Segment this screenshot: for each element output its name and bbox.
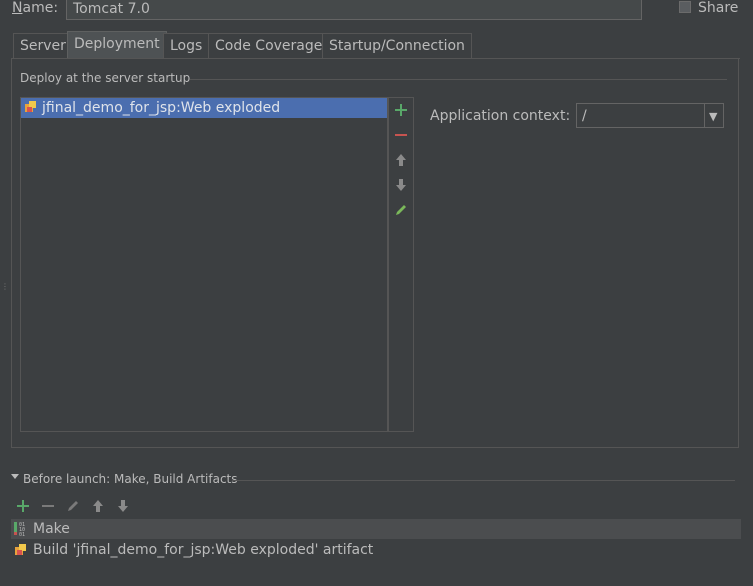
- before-launch-title[interactable]: Before launch: Make, Build Artifacts: [23, 472, 238, 486]
- application-context-value[interactable]: /: [582, 108, 587, 124]
- before-launch-item-make[interactable]: [11, 519, 741, 539]
- artifact-icon: [15, 544, 26, 555]
- before-launch-item-label: Build 'jfinal_demo_for_jsp:Web exploded'…: [33, 542, 374, 558]
- move-up-icon[interactable]: [90, 498, 106, 514]
- move-up-icon[interactable]: [393, 152, 409, 168]
- make-icon: 01 10 01: [14, 522, 25, 537]
- chevron-down-icon[interactable]: ▼: [709, 110, 717, 123]
- remove-icon[interactable]: [393, 127, 409, 143]
- artifact-icon: [25, 101, 36, 112]
- deploy-section-title: Deploy at the server startup: [20, 71, 191, 85]
- share-checkbox[interactable]: [679, 1, 691, 13]
- remove-icon[interactable]: [40, 498, 56, 514]
- move-down-icon[interactable]: [393, 177, 409, 193]
- deploy-section-separator: [190, 79, 727, 80]
- application-context-combobox[interactable]: [576, 103, 724, 128]
- name-label: Name:: [12, 0, 59, 16]
- edit-icon[interactable]: [393, 202, 409, 218]
- share-label[interactable]: Share: [698, 0, 738, 16]
- edit-icon[interactable]: [65, 498, 81, 514]
- before-launch-item-label: Make: [33, 521, 70, 537]
- move-down-icon[interactable]: [115, 498, 131, 514]
- tab-startup-connection[interactable]: Startup/Connection: [322, 33, 472, 58]
- application-context-label: Application context:: [430, 108, 571, 124]
- tab-logs[interactable]: Logs: [163, 33, 210, 58]
- name-field[interactable]: Tomcat 7.0: [66, 0, 642, 20]
- svg-text:01: 01: [19, 532, 25, 537]
- artifact-list[interactable]: [20, 97, 388, 432]
- artifact-toolbar: [388, 97, 414, 432]
- before-launch-separator: [232, 480, 735, 481]
- add-icon[interactable]: [15, 498, 31, 514]
- add-icon[interactable]: [393, 102, 409, 118]
- artifact-label: jfinal_demo_for_jsp:Web exploded: [42, 100, 281, 116]
- tab-server[interactable]: Server: [13, 33, 73, 58]
- resize-grip-icon[interactable]: ⋮: [1, 283, 9, 299]
- tab-code-coverage[interactable]: Code Coverage: [208, 33, 330, 58]
- tab-deployment[interactable]: Deployment: [67, 31, 167, 58]
- collapse-caret-icon[interactable]: [11, 474, 19, 479]
